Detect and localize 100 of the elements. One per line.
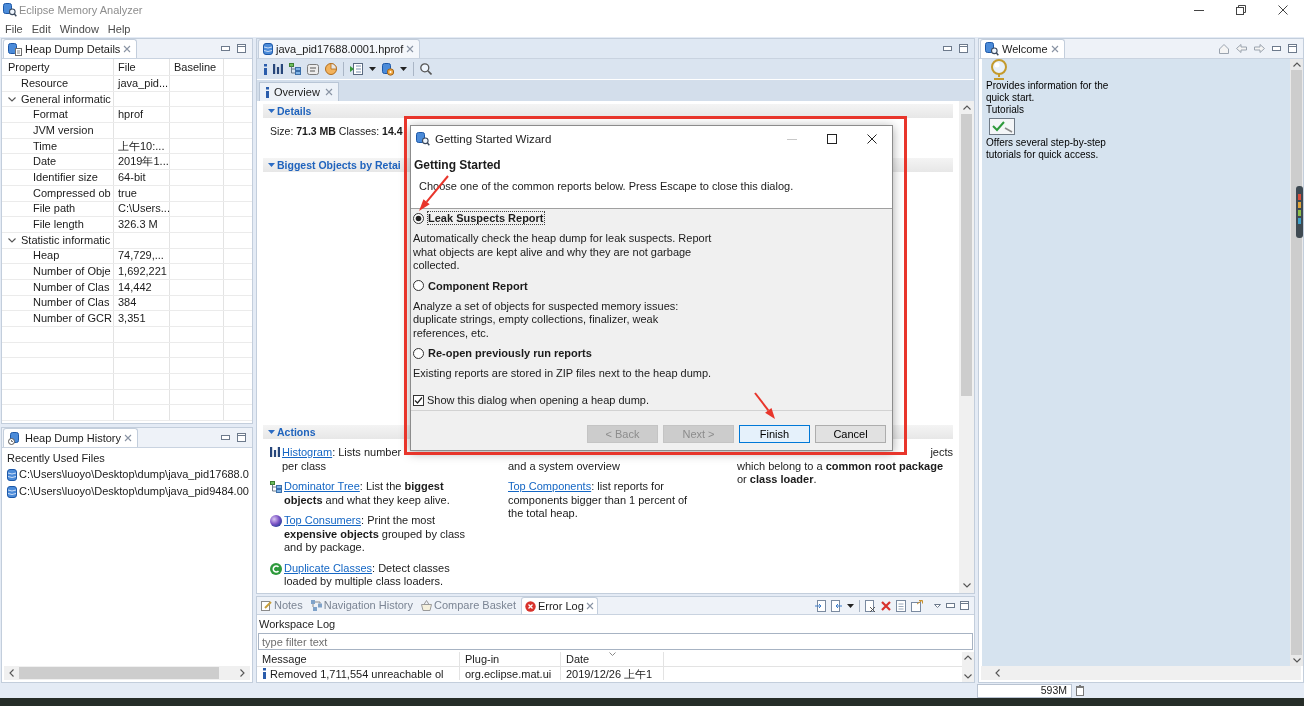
view-tab[interactable]: Compare Basket [418, 597, 519, 614]
pie-chart-icon[interactable] [325, 63, 337, 75]
bar-chart-icon[interactable] [273, 64, 283, 74]
menu-item[interactable]: Help [107, 21, 131, 36]
maximize-icon[interactable] [237, 433, 246, 442]
vertical-scrollbar[interactable] [959, 101, 974, 593]
scroll-down-icon[interactable] [964, 674, 972, 679]
export-icon[interactable] [815, 599, 826, 612]
close-icon[interactable] [1050, 45, 1059, 53]
section-title[interactable]: Actions [277, 425, 316, 439]
view-menu-icon[interactable] [934, 603, 941, 608]
view-tab[interactable]: Navigation History [307, 597, 416, 614]
dropdown-caret-icon[interactable] [847, 603, 854, 608]
scroll-up-icon[interactable] [1292, 62, 1301, 67]
import-icon[interactable] [831, 599, 842, 612]
close-icon[interactable] [585, 602, 594, 610]
clear-log-icon[interactable] [865, 599, 876, 612]
view-tab[interactable]: Welcome [980, 39, 1065, 58]
minimize-icon[interactable] [221, 435, 230, 440]
maximize-icon[interactable] [959, 44, 968, 53]
view-tab[interactable]: java_pid17688.0001.hprof [258, 39, 421, 58]
collapse-triangle-icon[interactable] [268, 109, 275, 113]
property-name: Format [33, 108, 68, 122]
scrollbar-thumb[interactable] [19, 667, 219, 679]
dialog-button[interactable]: Finish [739, 425, 810, 443]
info-icon[interactable] [264, 63, 267, 75]
minimize-icon[interactable] [221, 46, 230, 51]
view-tab[interactable]: Heap Dump Details [3, 39, 138, 58]
vertical-scrollbar[interactable] [962, 652, 974, 682]
menu-item[interactable]: Edit [31, 21, 51, 36]
option-label[interactable]: Leak Suspects Report [427, 211, 545, 225]
view-tab[interactable]: Error Log [520, 597, 598, 614]
recent-file-item[interactable]: C:\Users\luoyo\Desktop\dump\java_pid17688.0 [7, 466, 249, 483]
query-icon[interactable] [307, 63, 319, 75]
minimize-icon[interactable] [1272, 46, 1281, 51]
view-tab[interactable]: Heap Dump History [3, 428, 138, 447]
trash-icon[interactable] [1076, 685, 1084, 696]
restore-log-icon[interactable] [911, 599, 923, 612]
scrollbar-thumb[interactable] [961, 114, 972, 396]
scroll-up-icon[interactable] [962, 105, 971, 110]
collapse-triangle-icon[interactable] [268, 430, 275, 434]
scrollbar-thumb[interactable] [1291, 70, 1302, 655]
side-handle-icon[interactable] [1296, 186, 1303, 238]
section-title[interactable]: Details [277, 104, 312, 118]
menu-item[interactable]: Window [59, 21, 99, 36]
maximize-icon[interactable] [1288, 44, 1297, 53]
vertical-scrollbar[interactable] [1290, 59, 1303, 666]
scroll-down-icon[interactable] [962, 583, 971, 588]
scroll-left-icon[interactable] [995, 669, 1000, 677]
dropdown-caret-icon[interactable] [400, 67, 407, 71]
checkbox[interactable] [413, 395, 424, 406]
column-header[interactable]: Property [8, 60, 50, 74]
scroll-left-icon[interactable] [9, 669, 14, 677]
item-title[interactable]: Tutorials [986, 104, 1024, 116]
search-icon[interactable] [420, 63, 432, 75]
option-label[interactable]: Re-open previously run reports [427, 346, 593, 360]
database-gear-icon[interactable] [382, 62, 394, 76]
section-title[interactable]: Biggest Objects by Retai [277, 158, 401, 172]
column-header[interactable]: File [118, 60, 136, 74]
close-icon[interactable] [406, 45, 415, 53]
expand-chevron-icon[interactable] [8, 237, 16, 243]
option-label[interactable]: Component Report [427, 278, 529, 293]
recent-file-item[interactable]: C:\Users\luoyo\Desktop\dump\java_pid9484.00 [7, 483, 249, 500]
radio-button[interactable] [413, 280, 424, 291]
view-tab[interactable]: Notes [258, 597, 306, 614]
scroll-up-icon[interactable] [964, 655, 972, 660]
delete-icon[interactable] [881, 600, 891, 611]
dialog-button[interactable]: Cancel [815, 425, 886, 443]
forward-arrow-icon[interactable] [1254, 44, 1265, 53]
expand-chevron-icon[interactable] [8, 96, 16, 102]
radio-button[interactable] [413, 347, 424, 359]
scroll-down-icon[interactable] [1292, 658, 1301, 663]
document-icon[interactable] [896, 599, 906, 612]
close-icon[interactable] [123, 45, 132, 53]
collapse-triangle-icon[interactable] [268, 163, 275, 167]
horizontal-scrollbar[interactable] [981, 666, 1301, 680]
action-link[interactable]: Dominator Tree [284, 480, 360, 492]
radio-button[interactable] [413, 212, 424, 224]
view-tab[interactable]: Overview [259, 82, 339, 101]
tree-icon[interactable] [289, 63, 301, 75]
horizontal-scrollbar[interactable] [4, 666, 250, 680]
heap-status[interactable]: 593M [977, 683, 1072, 698]
close-icon[interactable] [124, 434, 132, 442]
home-icon[interactable] [1219, 43, 1229, 54]
menu-item[interactable]: File [5, 21, 23, 36]
scroll-right-icon[interactable] [240, 669, 245, 677]
close-icon[interactable] [324, 88, 333, 96]
column-header[interactable]: Date [566, 652, 590, 666]
back-arrow-icon[interactable] [1236, 44, 1247, 53]
dropdown-caret-icon[interactable] [369, 67, 376, 71]
filter-field[interactable]: type filter text [258, 633, 973, 650]
maximize-icon[interactable] [237, 44, 246, 53]
minimize-icon[interactable] [943, 46, 952, 51]
column-header[interactable]: Plug-in [465, 652, 500, 666]
checkbox-label[interactable]: Show this dialog when opening a heap dump. [427, 394, 649, 407]
maximize-icon[interactable] [960, 601, 969, 610]
minimize-icon[interactable] [946, 603, 955, 608]
sort-caret-icon[interactable] [609, 652, 616, 656]
column-header[interactable]: Baseline [174, 60, 217, 74]
column-header[interactable]: Message [262, 652, 307, 666]
